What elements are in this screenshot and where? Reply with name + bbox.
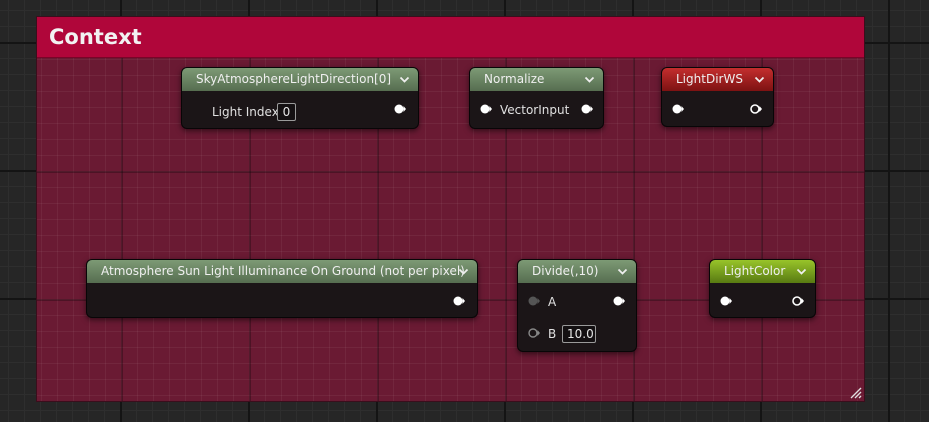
output-pin-icon[interactable] bbox=[581, 103, 593, 115]
node-title: Divide(,10) bbox=[532, 264, 599, 278]
input-pin-icon[interactable] bbox=[480, 103, 492, 115]
node-sky-atmosphere-light-direction[interactable]: SkyAtmosphereLightDirection[0] Light Ind… bbox=[181, 67, 419, 129]
node-divide[interactable]: Divide(,10) A B 10.0 bbox=[517, 259, 637, 352]
node-atmosphere-sun-light-illuminance[interactable]: Atmosphere Sun Light Illuminance On Grou… bbox=[86, 259, 478, 318]
node-light-color[interactable]: LightColor bbox=[709, 259, 816, 318]
node-title: LightColor bbox=[724, 264, 786, 278]
node-header[interactable]: Normalize bbox=[470, 68, 603, 91]
node-header[interactable]: LightColor bbox=[710, 260, 815, 283]
divide-b-field[interactable]: 10.0 bbox=[562, 325, 596, 343]
resize-grip-icon[interactable] bbox=[848, 385, 862, 399]
chevron-down-icon[interactable] bbox=[796, 266, 807, 277]
node-title: Normalize bbox=[484, 72, 545, 86]
chevron-down-icon[interactable] bbox=[399, 74, 410, 85]
light-index-field[interactable]: 0 bbox=[277, 103, 296, 121]
node-normalize[interactable]: Normalize VectorInput bbox=[469, 67, 604, 129]
pin-label-a: A bbox=[548, 295, 557, 309]
output-pin-icon[interactable] bbox=[792, 295, 804, 307]
chevron-down-icon[interactable] bbox=[617, 266, 628, 277]
node-title: Atmosphere Sun Light Illuminance On Grou… bbox=[101, 264, 465, 278]
node-header[interactable]: Divide(,10) bbox=[518, 260, 636, 283]
input-pin-icon[interactable] bbox=[528, 327, 540, 339]
chevron-down-icon[interactable] bbox=[754, 74, 765, 85]
comment-header[interactable]: Context bbox=[37, 17, 864, 58]
pin-label-vector-input: VectorInput bbox=[500, 103, 570, 117]
output-pin-icon[interactable] bbox=[613, 295, 625, 307]
chevron-down-icon[interactable] bbox=[458, 266, 469, 277]
node-title: SkyAtmosphereLightDirection[0] bbox=[196, 72, 392, 86]
node-header[interactable]: SkyAtmosphereLightDirection[0] bbox=[182, 68, 418, 91]
node-header[interactable]: LightDirWS bbox=[662, 68, 773, 91]
output-pin-icon[interactable] bbox=[394, 103, 406, 115]
input-pin-icon[interactable] bbox=[528, 295, 540, 307]
comment-title: Context bbox=[49, 25, 142, 49]
node-light-dir-ws[interactable]: LightDirWS bbox=[661, 67, 774, 127]
node-header[interactable]: Atmosphere Sun Light Illuminance On Grou… bbox=[87, 260, 477, 283]
pin-label-b: B bbox=[548, 327, 557, 341]
output-pin-icon[interactable] bbox=[453, 295, 465, 307]
chevron-down-icon[interactable] bbox=[584, 74, 595, 85]
output-pin-icon[interactable] bbox=[750, 103, 762, 115]
node-title: LightDirWS bbox=[676, 72, 743, 86]
input-pin-icon[interactable] bbox=[720, 295, 732, 307]
pin-label-light-index: Light Index bbox=[212, 105, 279, 119]
input-pin-icon[interactable] bbox=[672, 103, 684, 115]
